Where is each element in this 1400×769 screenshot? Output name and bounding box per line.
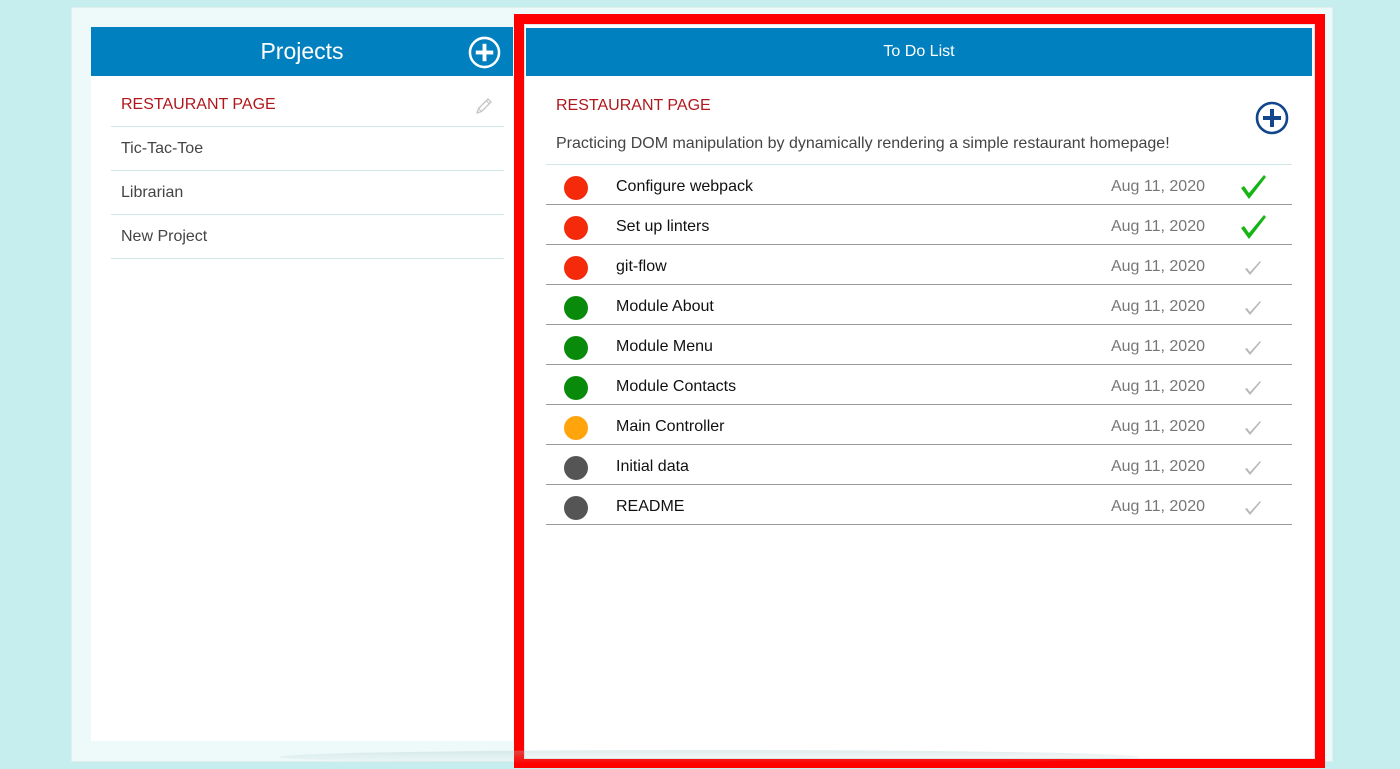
- priority-indicator: [564, 176, 588, 200]
- todo-row[interactable]: Set up linters Aug 11, 2020: [546, 205, 1292, 245]
- todo-date: Aug 11, 2020: [1110, 298, 1205, 315]
- priority-indicator: [564, 496, 588, 520]
- todo-row[interactable]: Main Controller Aug 11, 2020: [546, 405, 1292, 445]
- todo-row[interactable]: Module About Aug 11, 2020: [546, 285, 1292, 325]
- todo-date: Aug 11, 2020: [1110, 498, 1205, 515]
- todo-row[interactable]: Module Contacts Aug 11, 2020: [546, 365, 1292, 405]
- todo-row[interactable]: git-flow Aug 11, 2020: [546, 245, 1292, 285]
- check-icon[interactable]: [1238, 293, 1268, 321]
- check-icon[interactable]: [1238, 253, 1268, 281]
- project-item-label: New Project: [121, 228, 208, 245]
- todo-title: Set up linters: [616, 218, 710, 235]
- todo-title: Initial data: [616, 458, 689, 475]
- todo-header: To Do List: [526, 28, 1312, 76]
- todo-list: Configure webpack Aug 11, 2020 Set up lint…: [546, 164, 1292, 525]
- todo-panel: To Do List RESTAURANT PAGE Practicing DO…: [524, 24, 1315, 759]
- project-item-restaurant-page[interactable]: RESTAURANT PAGE: [111, 76, 504, 127]
- project-title: RESTAURANT PAGE: [556, 97, 711, 114]
- project-item-librarian[interactable]: Librarian: [111, 171, 504, 215]
- priority-indicator: [564, 376, 588, 400]
- todo-title: Configure webpack: [616, 178, 753, 195]
- todo-title: Module Menu: [616, 338, 713, 355]
- check-icon[interactable]: [1238, 413, 1268, 441]
- todo-date: Aug 11, 2020: [1110, 178, 1205, 195]
- project-item-tic-tac-toe[interactable]: Tic-Tac-Toe: [111, 127, 504, 171]
- todo-title: Module Contacts: [616, 378, 737, 395]
- project-item-label: Librarian: [121, 184, 184, 201]
- todo-title: README: [616, 498, 685, 515]
- check-icon[interactable]: [1238, 213, 1268, 241]
- add-todo-button[interactable]: [1255, 101, 1289, 135]
- project-item-label: RESTAURANT PAGE: [121, 96, 276, 113]
- todo-title: git-flow: [616, 258, 667, 275]
- project-item-label: Tic-Tac-Toe: [121, 140, 204, 157]
- todo-row[interactable]: Configure webpack Aug 11, 2020: [546, 165, 1292, 205]
- todo-date: Aug 11, 2020: [1110, 218, 1205, 235]
- priority-indicator: [564, 256, 588, 280]
- project-list: RESTAURANT PAGE Tic-Tac-Toe Librarian Ne…: [111, 76, 504, 259]
- priority-indicator: [564, 296, 588, 320]
- check-icon[interactable]: [1238, 173, 1268, 201]
- sidebar-title: Projects: [260, 38, 344, 64]
- sidebar-header: Projects: [91, 27, 513, 76]
- check-icon[interactable]: [1238, 333, 1268, 361]
- todo-row[interactable]: Initial data Aug 11, 2020: [546, 445, 1292, 485]
- page-shadow: [280, 750, 1140, 764]
- projects-sidebar: Projects RESTAURANT PAGE Tic-Tac-Toe Lib…: [91, 27, 513, 741]
- priority-indicator: [564, 336, 588, 360]
- todo-row[interactable]: README Aug 11, 2020: [546, 485, 1292, 525]
- todo-date: Aug 11, 2020: [1110, 458, 1205, 475]
- todo-date: Aug 11, 2020: [1110, 378, 1205, 395]
- todo-row[interactable]: Module Menu Aug 11, 2020: [546, 325, 1292, 365]
- check-icon[interactable]: [1238, 373, 1268, 401]
- priority-indicator: [564, 216, 588, 240]
- todo-date: Aug 11, 2020: [1110, 258, 1205, 275]
- todo-title: Main Controller: [616, 418, 725, 435]
- check-icon[interactable]: [1238, 453, 1268, 481]
- todo-date: Aug 11, 2020: [1110, 418, 1205, 435]
- priority-indicator: [564, 456, 588, 480]
- pencil-icon[interactable]: [474, 96, 494, 116]
- project-item-new-project[interactable]: New Project: [111, 215, 504, 259]
- project-description: Practicing DOM manipulation by dynamical…: [556, 135, 1170, 152]
- priority-indicator: [564, 416, 588, 440]
- todo-date: Aug 11, 2020: [1110, 338, 1205, 355]
- add-project-button[interactable]: [468, 36, 501, 69]
- check-icon[interactable]: [1238, 493, 1268, 521]
- todo-title: Module About: [616, 298, 714, 315]
